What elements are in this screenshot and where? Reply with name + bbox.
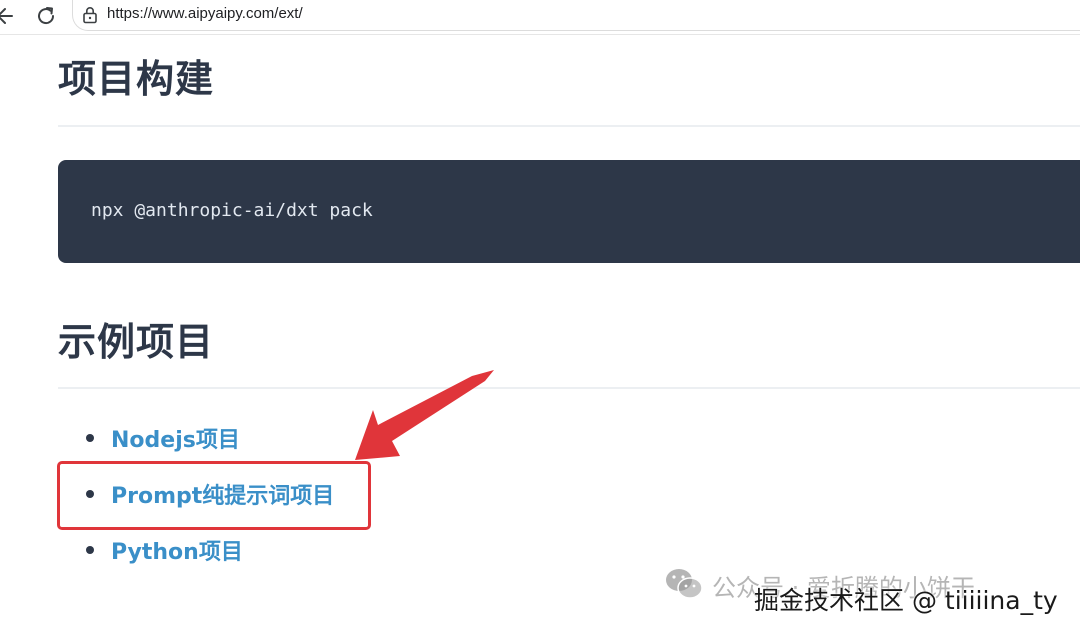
bullet-icon	[86, 546, 94, 554]
python-project-link[interactable]: Python项目	[111, 534, 243, 566]
code-block: npx @anthropic-ai/dxt pack	[58, 160, 1080, 263]
back-arrow-icon[interactable]	[0, 4, 18, 28]
bullet-icon	[86, 434, 94, 442]
watermark: 公众号 · 爱折腾的小饼干 掘金技术社区 @ tiiiiina_ty	[662, 565, 1072, 615]
wechat-icon	[664, 567, 704, 601]
browser-toolbar: https://www.aipyaipy.com/ext/	[0, 0, 1080, 35]
lock-icon[interactable]	[82, 6, 98, 24]
reload-icon[interactable]	[34, 4, 58, 28]
heading-divider	[58, 125, 1080, 127]
examples-heading: 示例项目	[58, 320, 215, 364]
url-text[interactable]: https://www.aipyaipy.com/ext/	[107, 5, 303, 22]
heading-divider	[58, 387, 1080, 389]
nodejs-project-link[interactable]: Nodejs项目	[111, 422, 240, 454]
build-command[interactable]: npx @anthropic-ai/dxt pack	[91, 200, 373, 221]
highlight-box	[57, 461, 371, 530]
platform-watermark-text: 掘金技术社区 @ tiiiiina_ty	[754, 586, 1058, 615]
build-heading: 项目构建	[58, 57, 215, 101]
address-bar[interactable]: https://www.aipyaipy.com/ext/	[72, 0, 1080, 31]
